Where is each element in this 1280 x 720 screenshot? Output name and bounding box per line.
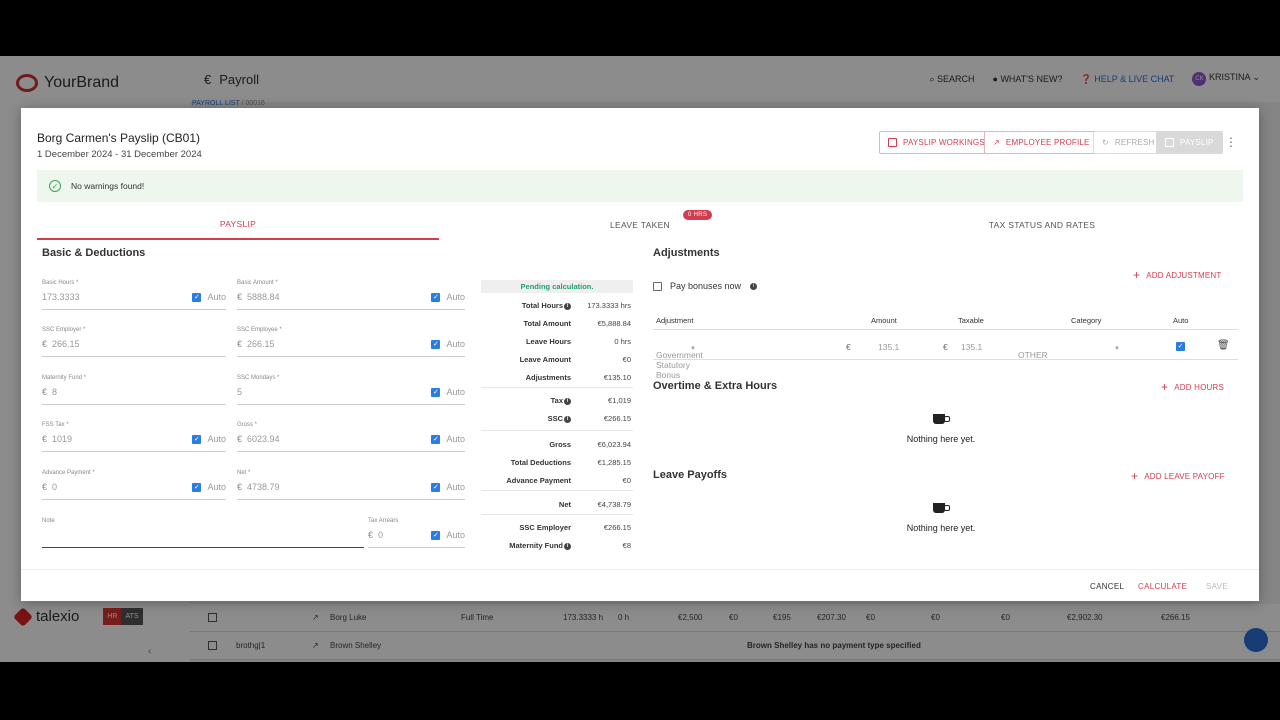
adjustment-amount-input[interactable]: 135.1 — [878, 342, 899, 352]
overtime-empty-state: Nothing here yet. — [881, 412, 1001, 444]
add-adjustment-button[interactable]: + ADD ADJUSTMENT — [1133, 268, 1221, 282]
document-icon — [1165, 138, 1174, 147]
calculate-button[interactable]: CALCULATE — [1138, 582, 1187, 591]
modal-title: Borg Carmen's Payslip (CB01) — [37, 131, 201, 145]
add-hours-button[interactable]: + ADD HOURS — [1161, 380, 1224, 394]
delete-icon[interactable]: 🗑 — [1217, 340, 1230, 351]
refresh-icon: ↻ — [1102, 138, 1109, 147]
auto-checkbox[interactable]: ✓ — [192, 292, 202, 302]
leave-payoffs-empty-state: Nothing here yet. — [881, 501, 1001, 533]
check-circle-icon: ✓ — [49, 180, 61, 192]
plus-icon: + — [1161, 380, 1169, 394]
adjustment-select[interactable]: Government Statutory Bonus ▼ — [656, 342, 703, 380]
cancel-button[interactable]: CANCEL — [1090, 582, 1124, 591]
payslip-tabs: PAYSLIP LEAVE TAKEN 0 HRS TAX STATUS AND … — [37, 210, 1243, 240]
add-leave-payoff-button[interactable]: + ADD LEAVE PAYOFF — [1131, 469, 1225, 483]
info-icon: i — [750, 282, 758, 290]
leave-hours-badge: 0 HRS — [683, 210, 713, 220]
more-options-icon[interactable]: ⋮ — [1225, 135, 1237, 149]
advance-payment-field[interactable]: Advance Payment * €0 ✓ Auto — [42, 470, 226, 500]
adjustments-title: Adjustments — [653, 247, 720, 259]
info-icon: i — [564, 303, 571, 310]
adjustments-table-header: Adjustment Amount Taxable Category Auto — [653, 314, 1238, 330]
maternity-fund-field[interactable]: Maternity Fund * €8 — [42, 375, 226, 405]
tax-arrears-field[interactable]: Tax Arrears €0 ✓ Auto — [368, 518, 465, 548]
basic-hours-field[interactable]: Basic Hours * 173.3333 ✓ Auto — [42, 280, 226, 310]
adjustment-category-select[interactable]: OTHER ▼ — [1018, 342, 1120, 360]
info-icon: i — [564, 398, 571, 405]
adjustment-taxable-input[interactable]: 135.1 — [961, 342, 982, 352]
ssc-mondays-field[interactable]: SSC Mondays * 5 ✓ Auto — [237, 375, 465, 405]
auto-checkbox[interactable]: ✓ — [431, 530, 441, 540]
employee-profile-button[interactable]: ↗ EMPLOYEE PROFILE — [984, 131, 1099, 154]
save-button[interactable]: SAVE — [1206, 582, 1228, 591]
plus-icon: + — [1131, 469, 1139, 483]
ssc-employee-field[interactable]: SSC Employee * €266.15 ✓ Auto — [237, 327, 465, 357]
coffee-cup-icon — [933, 501, 950, 515]
calculation-status: Pending calculation. — [481, 280, 633, 293]
tab-tax-status[interactable]: TAX STATUS AND RATES — [841, 210, 1243, 240]
auto-checkbox[interactable]: ✓ — [192, 434, 202, 444]
leave-payoffs-title: Leave Payoffs — [653, 469, 727, 481]
auto-checkbox[interactable]: ✓ — [431, 482, 441, 492]
chevron-down-icon: ▼ — [1114, 346, 1120, 352]
note-field[interactable]: Note — [42, 518, 364, 548]
payslip-button[interactable]: PAYSLIP — [1156, 131, 1223, 154]
adjustment-row: Government Statutory Bonus ▼ € 135.1 € 1… — [653, 334, 1238, 380]
adjustment-auto-checkbox[interactable]: ✓ — [1176, 342, 1185, 351]
auto-checkbox[interactable]: ✓ — [431, 387, 441, 397]
info-icon: i — [564, 543, 571, 550]
auto-checkbox[interactable]: ✓ — [192, 482, 202, 492]
auto-checkbox[interactable]: ✓ — [431, 292, 441, 302]
payslip-modal: Borg Carmen's Payslip (CB01) 1 December … — [21, 108, 1259, 601]
payslip-period: 1 December 2024 - 31 December 2024 — [37, 149, 202, 160]
tab-leave-taken[interactable]: LEAVE TAKEN 0 HRS — [439, 210, 841, 240]
pay-bonuses-checkbox[interactable] — [653, 281, 662, 291]
plus-icon: + — [1133, 268, 1141, 282]
auto-checkbox[interactable]: ✓ — [431, 339, 441, 349]
payslip-workings-button[interactable]: PAYSLIP WORKINGS — [879, 131, 994, 154]
overtime-title: Overtime & Extra Hours — [653, 380, 778, 392]
pay-bonuses-toggle[interactable]: Pay bonuses now i — [653, 281, 758, 291]
open-external-icon: ↗ — [993, 138, 1000, 147]
auto-checkbox[interactable]: ✓ — [431, 434, 441, 444]
tab-payslip[interactable]: PAYSLIP — [37, 210, 439, 240]
basic-deductions-title: Basic & Deductions — [42, 247, 146, 259]
coffee-cup-icon — [933, 412, 950, 426]
gross-field[interactable]: Gross * €6023.94 ✓ Auto — [237, 422, 465, 452]
refresh-button[interactable]: ↻ REFRESH — [1093, 131, 1164, 154]
ssc-employer-field[interactable]: SSC Employer * €266.15 — [42, 327, 226, 357]
info-icon: i — [564, 416, 571, 423]
list-icon — [888, 138, 897, 147]
net-field[interactable]: Net * €4738.79 ✓ Auto — [237, 470, 465, 500]
mouse-cursor-icon — [1068, 399, 1076, 409]
payslip-summary: Pending calculation. Total Hours i 173.333… — [481, 280, 633, 550]
fss-tax-field[interactable]: FSS Tax * €1019 ✓ Auto — [42, 422, 226, 452]
warnings-banner: ✓ No warnings found! — [37, 170, 1243, 202]
basic-amount-field[interactable]: Basic Amount * €5888.84 ✓ Auto — [237, 280, 465, 310]
modal-footer: CANCEL CALCULATE SAVE — [21, 569, 1259, 601]
